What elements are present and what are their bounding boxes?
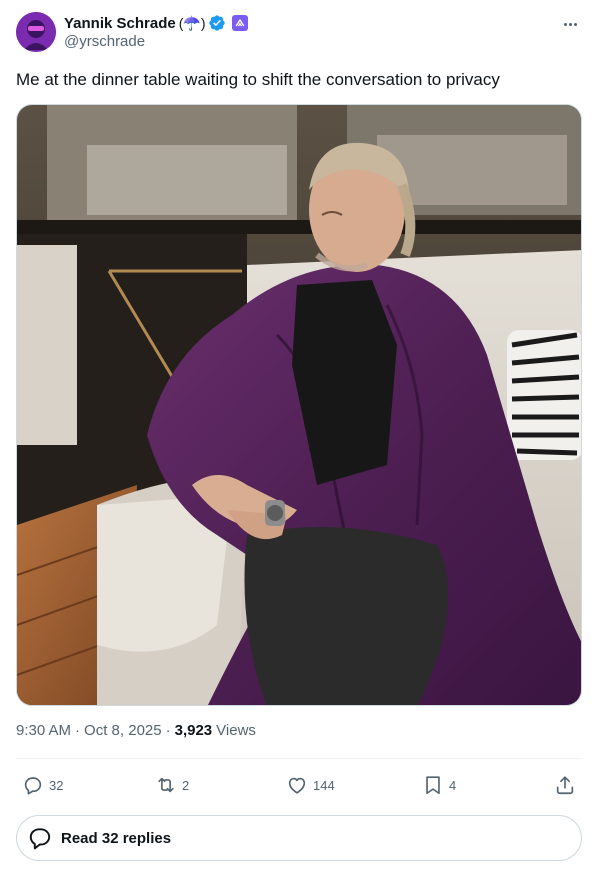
avatar-image <box>16 12 56 52</box>
author-name-row[interactable]: Yannik Schrade (☂️) <box>64 13 249 33</box>
photo-illustration <box>17 105 581 705</box>
tweet-text: Me at the dinner table waiting to shift … <box>16 70 500 89</box>
share-button[interactable] <box>554 768 576 802</box>
tweet-actions: 32 2 144 4 <box>16 768 582 802</box>
views-label: Views <box>216 722 256 739</box>
replies-bubble-icon <box>29 828 51 850</box>
repost-button[interactable]: 2 <box>155 768 189 802</box>
tweet-meta: 9:30 AM · Oct 8, 2025 · 3,923 Views <box>16 722 256 739</box>
like-button[interactable]: 144 <box>286 768 335 802</box>
verified-badge-icon <box>208 14 226 32</box>
divider-top <box>16 758 582 759</box>
meta-dot: · <box>75 722 81 739</box>
reply-button[interactable]: 32 <box>22 768 63 802</box>
bookmark-count: 4 <box>449 777 457 793</box>
views-count: 3,923 <box>174 722 213 739</box>
author-handle[interactable]: @yrschrade <box>64 33 145 50</box>
meta-dot: · <box>165 722 171 739</box>
author-avatar[interactable] <box>16 12 56 52</box>
reply-icon <box>24 777 42 795</box>
name-emoji: (☂️) <box>178 14 206 31</box>
repost-count: 2 <box>182 777 190 793</box>
like-count: 144 <box>313 777 335 793</box>
author-display-name[interactable]: Yannik Schrade <box>64 15 176 32</box>
read-replies-label: Read 32 replies <box>61 829 172 847</box>
share-icon <box>556 776 574 795</box>
like-icon <box>288 777 306 794</box>
repost-icon <box>158 777 174 793</box>
read-replies-button[interactable]: Read 32 replies <box>16 815 582 861</box>
tweet: Yannik Schrade (☂️) @yrschrade Me at the… <box>0 0 598 869</box>
reply-count: 32 <box>49 777 64 793</box>
bookmark-icon <box>426 776 440 795</box>
bookmark-button[interactable]: 4 <box>422 768 456 802</box>
more-options-icon[interactable] <box>560 14 580 34</box>
affiliate-badge-icon[interactable] <box>232 15 249 31</box>
post-time[interactable]: 9:30 AM <box>16 722 71 739</box>
post-date[interactable]: Oct 8, 2025 <box>84 722 162 739</box>
tweet-photo[interactable] <box>16 104 582 706</box>
